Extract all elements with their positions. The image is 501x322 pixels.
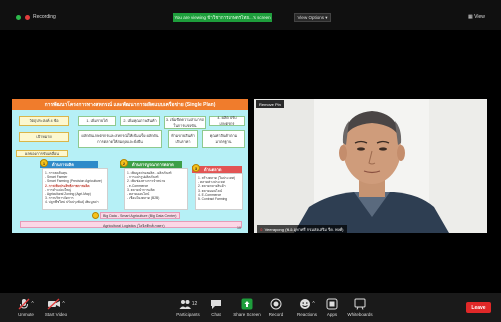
record-icon: [270, 297, 282, 310]
col2-header: ด้านการบูรณาการตลาด: [120, 161, 182, 168]
goal-box-3: 3. เพิ่มขีดความสามารถในการแข่งขัน: [164, 116, 206, 129]
col1-header: ด้านการผลิต: [40, 161, 98, 168]
goal-box-4: 4. ผลิต ปรับเกษตรกร: [209, 116, 245, 126]
view-button[interactable]: ▦ View: [468, 14, 485, 20]
participants-icon: 12: [179, 297, 197, 310]
whiteboard-icon: [354, 297, 366, 310]
col2-line: - เชื่อมโยงตลาด (B2B): [127, 196, 160, 201]
chat-icon: [210, 297, 222, 310]
big-data-bar: Big Data - Smart Agriculture (Big Data C…: [100, 212, 180, 219]
video-off-icon: ^: [47, 297, 65, 310]
slide-title: การพัฒนาโครงการทางสหกรณ์ และพัฒนาการผลิต…: [12, 99, 248, 110]
recording-label: Recording: [33, 14, 56, 20]
microphone-muted-icon: ^: [18, 297, 34, 310]
col1-line: 4. ปลูกพืชใหม่ ปรับปรุงพันธุ์ เพิ่มมูลค่…: [45, 200, 99, 205]
view-options-button[interactable]: View Options ▾: [294, 13, 331, 22]
leave-button[interactable]: Leave: [466, 302, 491, 313]
record-label: Record: [268, 312, 284, 317]
start-video-button[interactable]: ^ Start Video: [36, 297, 76, 317]
apps-label: Apps: [326, 312, 338, 317]
col2-title: ด้านการบูรณาการตลาด: [132, 162, 174, 167]
participant-video[interactable]: [254, 99, 487, 233]
start-video-label: Start Video: [44, 312, 68, 317]
target-text: ผลักดันเกษตรกรและสหกรณ์ให้เข้มแข็ง ผลักด…: [78, 130, 162, 148]
goal-label: วัตถุประสงค์ 4 ข้อ: [19, 116, 69, 126]
chat-label: Chat: [211, 312, 221, 317]
target-label: เป้าหมาย: [19, 132, 69, 142]
goal-box-2: 2. เพิ่มคุณภาพสินค้า: [120, 116, 160, 126]
whiteboards-button[interactable]: Whiteboards: [340, 297, 380, 317]
shared-screen: การพัฒนาโครงการทางสหกรณ์ และพัฒนาการผลิต…: [12, 99, 248, 233]
col2-body: 1. เพิ่มมูลค่าผลผลิต - ผลิตภัณฑ์ - การแป…: [124, 168, 188, 210]
ministry-text: ห้ามขายสินค้าเกินราคา: [168, 130, 198, 148]
ministry-text-2: คุณค่าสินค้าตามมาตรฐาน: [202, 130, 245, 148]
col1-number: 1: [40, 159, 48, 167]
remove-pin-button[interactable]: Remove Pin: [256, 100, 284, 108]
col1-title: ด้านการผลิต: [52, 162, 74, 167]
participant-name: Veerapong (พ.อ.อุทาศรี กรมส่งเสริม รีด. …: [264, 226, 344, 232]
col3-line: 5. Contract Farming: [198, 197, 228, 202]
col1-line: - Smart Farming (Precision Agriculture): [45, 179, 102, 184]
grid-icon: ▦: [468, 14, 473, 20]
goal-box-1: 1. เพิ่มรายได้: [78, 116, 116, 126]
participant-name-tag: ⦸ Veerapong (พ.อ.อุทาศรี กรมส่งเสริม รีด…: [257, 225, 347, 233]
unmute-label: Unmute: [18, 312, 34, 317]
participant-video-frame: [254, 99, 487, 233]
col3-title: ด้านตลาด: [204, 167, 222, 172]
apps-icon: [326, 297, 338, 310]
screen-share-banner: You are viewing ข้าวิชาการเกษตรไทย...'s …: [173, 13, 272, 22]
microphone-muted-icon: ⦸: [260, 226, 263, 232]
share-screen-icon: [241, 297, 253, 310]
view-label: View: [474, 14, 485, 20]
col1-body: 1. การลดต้นทุน - Smart Farmer - Smart Fa…: [42, 168, 108, 210]
col2-number: 2: [120, 159, 128, 167]
col3-body: 1. สร้างตลาด (ในประเทศ) - ตลาดต่างประเทศ…: [195, 173, 243, 210]
whiteboards-label: Whiteboards: [347, 312, 373, 317]
col3-number: 3: [192, 164, 200, 172]
slide-page-number: 10: [237, 226, 241, 230]
big-data-marker: [92, 212, 99, 219]
logistics-bar: Agricultural Logistics (โลจิสติกส์เกษตร): [20, 221, 242, 228]
recording-dot-icon: [25, 14, 30, 20]
bottom-label: ผลของการขับเคลื่อน: [16, 150, 68, 157]
shield-icon: [16, 14, 21, 20]
recording-indicator[interactable]: Recording: [16, 14, 56, 20]
